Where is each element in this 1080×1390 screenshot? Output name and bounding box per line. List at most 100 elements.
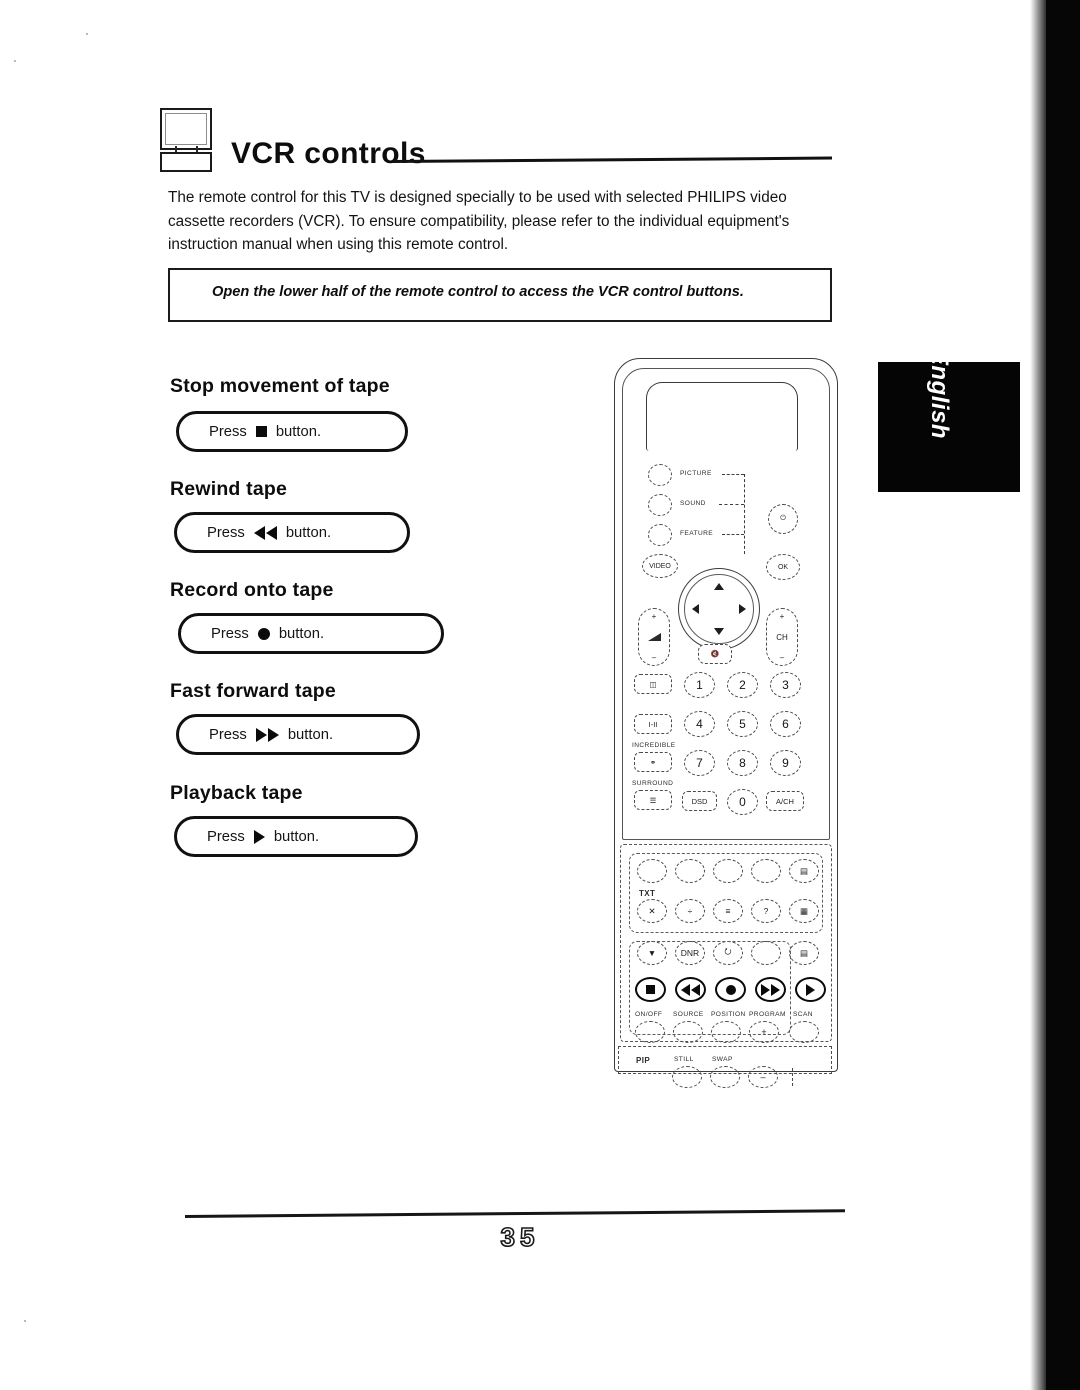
remote-pip-swap-key[interactable]: ◫ xyxy=(634,674,672,694)
tv-screen-shape xyxy=(160,108,212,150)
remote-incredible-key[interactable]: ⚭ xyxy=(634,752,672,772)
remote-i-ii-key[interactable]: I-II xyxy=(634,714,672,734)
remote-key-ach[interactable]: A/CH xyxy=(766,791,804,811)
vcr-play-button[interactable] xyxy=(795,977,826,1002)
instruction-pill-rewind: Press button. xyxy=(174,512,410,553)
teletext-blank-key-1[interactable] xyxy=(637,859,667,883)
scan-speck xyxy=(24,1320,26,1322)
instruction-pill-record: Press button. xyxy=(178,613,444,654)
instruction-text-rewind: Press button. xyxy=(177,525,331,541)
remote-display-panel xyxy=(646,382,798,451)
pip-source-button[interactable] xyxy=(673,1021,703,1043)
nav-left-icon[interactable] xyxy=(692,604,699,614)
footer-rule xyxy=(184,1209,845,1218)
remote-leader-feature xyxy=(722,534,744,535)
nav-up-icon[interactable] xyxy=(714,583,724,590)
fast-forward-double-triangle-glyph xyxy=(255,727,279,742)
remote-label-feature: FEATURE xyxy=(680,530,714,537)
instruction-pill-stop: Press button. xyxy=(176,411,408,452)
remote-key-5[interactable]: 5 xyxy=(727,711,758,737)
instruction-text-playback: Press button. xyxy=(177,829,319,845)
pip-onoff-button[interactable] xyxy=(635,1021,665,1043)
button-label: button. xyxy=(278,625,325,642)
remote-power-button[interactable]: ⏻ xyxy=(768,504,798,534)
teletext-reveal-key[interactable]: ? xyxy=(751,899,781,923)
play-triangle-glyph xyxy=(253,829,265,844)
teletext-split-key[interactable]: ÷ xyxy=(675,899,705,923)
page-number: 35 xyxy=(500,1221,540,1253)
page-title: VCR controls xyxy=(231,137,426,170)
pip-scan-button[interactable] xyxy=(789,1021,819,1043)
remote-leader-sound xyxy=(719,504,744,505)
feature-key-5[interactable]: ▤ xyxy=(789,941,819,965)
remote-sound-button[interactable] xyxy=(648,494,672,516)
nav-down-icon[interactable] xyxy=(714,628,724,635)
teletext-blank-key-4[interactable] xyxy=(751,859,781,883)
press-label: Press xyxy=(207,828,245,845)
teletext-blank-key-3[interactable] xyxy=(713,859,743,883)
remote-video-button[interactable]: VIDEO xyxy=(642,554,678,578)
section-heading-playback: Playback tape xyxy=(170,782,303,804)
instruction-text-record: Press button. xyxy=(181,626,324,642)
instruction-text-stop: Press button. xyxy=(179,424,321,440)
pip-position-button[interactable] xyxy=(711,1021,741,1043)
scan-edge-band xyxy=(1046,0,1080,1390)
pip-label-program: PROGRAM xyxy=(749,1011,786,1018)
remote-feature-button[interactable] xyxy=(648,524,672,546)
intro-paragraph: The remote control for this TV is design… xyxy=(168,189,790,253)
instruction-pill-playback: Press button. xyxy=(174,816,418,857)
section-heading-stop: Stop movement of tape xyxy=(170,375,390,397)
button-label: button. xyxy=(285,524,332,541)
pip-label-scan: SCAN xyxy=(793,1011,813,1018)
remote-label-sound: SOUND xyxy=(680,500,706,507)
section-heading-rewind: Rewind tape xyxy=(170,478,288,500)
remote-lower-panel: ▤ TXT ✕ ÷ ≡ ? ▦ ▼ DNR ⭮ ▤ ON/OFF SOURCE … xyxy=(620,844,832,1043)
button-label: button. xyxy=(273,828,320,845)
channel-plus-label: + xyxy=(779,612,785,621)
remote-key-7[interactable]: 7 xyxy=(684,750,715,776)
nav-right-icon[interactable] xyxy=(739,604,746,614)
teletext-cancel-key[interactable]: ✕ xyxy=(637,899,667,923)
remote-key-6[interactable]: 6 xyxy=(770,711,801,737)
tv-monitor-icon xyxy=(160,108,216,172)
remote-leader-spine xyxy=(744,474,745,554)
teletext-blank-key-2[interactable] xyxy=(675,859,705,883)
scan-edge-gradient xyxy=(1030,0,1046,1390)
remote-label-surround: SURROUND xyxy=(632,780,674,787)
remote-foot-panel xyxy=(618,1046,832,1074)
remote-navigation-pad[interactable] xyxy=(678,568,760,650)
note-text: Open the lower half of the remote contro… xyxy=(212,284,744,300)
teletext-expand-key[interactable]: ≡ xyxy=(713,899,743,923)
remote-picture-button[interactable] xyxy=(648,464,672,486)
title-rule xyxy=(391,156,832,163)
button-label: button. xyxy=(287,726,334,743)
teletext-index-key[interactable]: ▤ xyxy=(789,859,819,883)
pip-program-plus-button[interactable]: + xyxy=(749,1021,779,1043)
remote-key-9[interactable]: 9 xyxy=(770,750,801,776)
channel-label: CH xyxy=(776,632,788,642)
remote-list-key[interactable]: ☰ xyxy=(634,790,672,810)
remote-video-label: VIDEO xyxy=(649,562,671,570)
remote-volume-rocker[interactable]: + – xyxy=(638,608,670,666)
press-label: Press xyxy=(209,423,247,440)
remote-label-picture: PICTURE xyxy=(680,470,712,477)
remote-label-incredible: INCREDIBLE xyxy=(632,742,676,749)
remote-key-0[interactable]: 0 xyxy=(727,789,758,815)
language-tab-label: English xyxy=(926,348,953,440)
remote-key-dsd[interactable]: DSD xyxy=(682,791,717,811)
teletext-subpage-key[interactable]: ▦ xyxy=(789,899,819,923)
record-circle-glyph xyxy=(257,627,270,640)
remote-channel-rocker[interactable]: + CH – xyxy=(766,608,798,666)
pip-label-position: POSITION xyxy=(711,1011,746,1018)
remote-key-4[interactable]: 4 xyxy=(684,711,715,737)
pip-label-onoff: ON/OFF xyxy=(635,1011,663,1018)
remote-ok-button[interactable]: OK xyxy=(766,554,800,580)
remote-mute-button[interactable]: 🔇 xyxy=(698,644,732,664)
remote-key-8[interactable]: 8 xyxy=(727,750,758,776)
play-triangle-glyph xyxy=(806,983,815,996)
remote-key-1[interactable]: 1 xyxy=(684,672,715,698)
instruction-pill-fastforward: Press button. xyxy=(176,714,420,755)
instruction-text-fastforward: Press button. xyxy=(179,727,333,743)
remote-key-2[interactable]: 2 xyxy=(727,672,758,698)
remote-key-3[interactable]: 3 xyxy=(770,672,801,698)
